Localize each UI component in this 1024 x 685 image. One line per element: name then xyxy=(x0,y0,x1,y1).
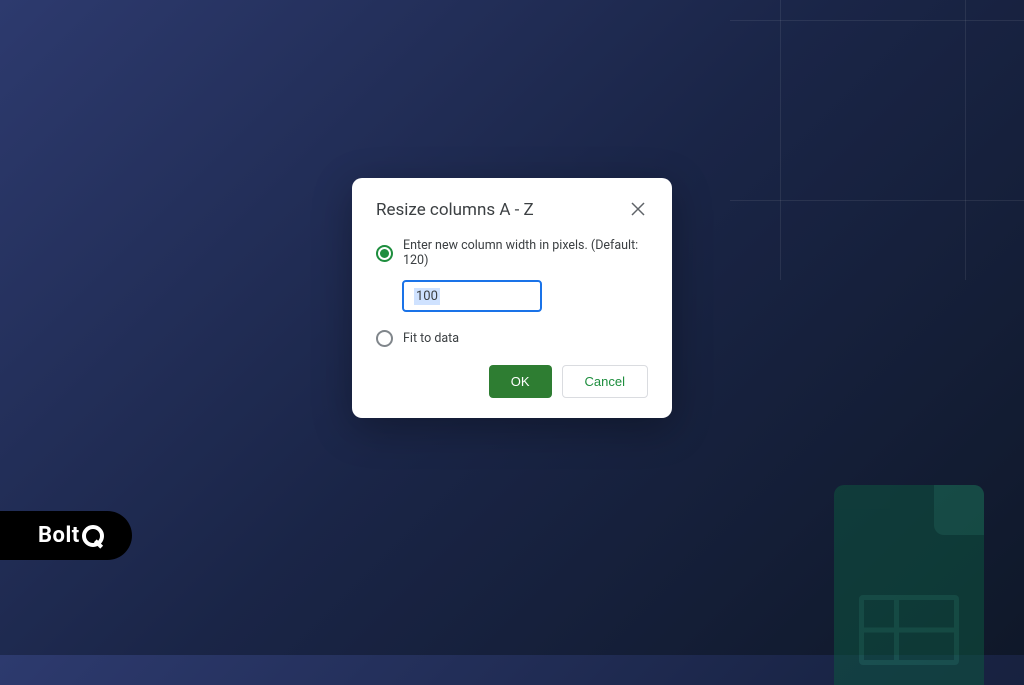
brand-logo-icon xyxy=(82,525,104,547)
radio-icon xyxy=(376,330,393,347)
dialog-actions: OK Cancel xyxy=(376,365,648,398)
dialog-title: Resize columns A - Z xyxy=(376,200,534,220)
radio-label-fit-to-data: Fit to data xyxy=(403,331,459,346)
close-button[interactable] xyxy=(628,200,648,220)
cancel-button[interactable]: Cancel xyxy=(562,365,648,398)
sheets-file-icon xyxy=(834,485,984,685)
decorative-grid-line xyxy=(965,0,966,280)
radio-label-custom-width: Enter new column width in pixels. (Defau… xyxy=(403,238,648,268)
dialog-header: Resize columns A - Z xyxy=(376,200,648,220)
radio-option-custom-width[interactable]: Enter new column width in pixels. (Defau… xyxy=(376,238,648,268)
decorative-grid-line xyxy=(730,20,1024,21)
ok-button[interactable]: OK xyxy=(489,365,552,398)
resize-options-group: Enter new column width in pixels. (Defau… xyxy=(376,238,648,268)
resize-columns-dialog: Resize columns A - Z Enter new column wi… xyxy=(352,178,672,418)
radio-option-fit-to-data[interactable]: Fit to data xyxy=(376,330,648,347)
close-icon xyxy=(631,200,645,221)
radio-icon xyxy=(376,245,393,262)
brand-name: Bolt xyxy=(38,523,80,548)
decorative-grid-line xyxy=(730,200,1024,201)
column-width-value: 100 xyxy=(414,288,440,305)
brand-badge: Bolt xyxy=(0,511,132,560)
column-width-input[interactable]: 100 xyxy=(402,280,542,312)
decorative-grid-line xyxy=(780,0,781,280)
